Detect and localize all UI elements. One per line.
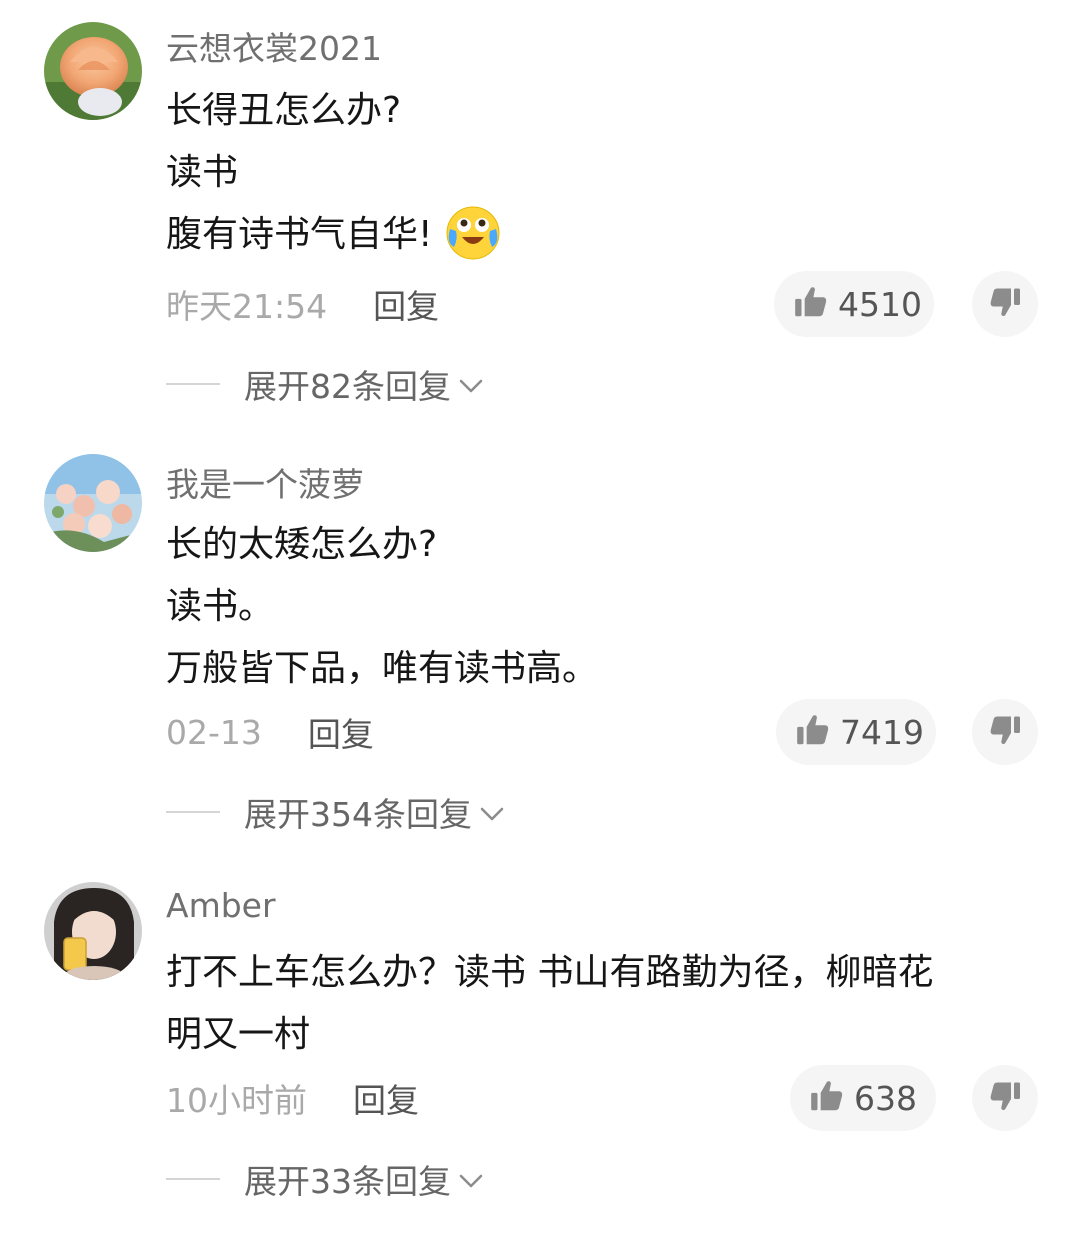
like-count: 638	[854, 1078, 917, 1118]
comment-line-text: 腹有诗书气自华!	[166, 214, 433, 255]
timestamp: 昨天21:54	[166, 287, 328, 326]
comment-line: 长的太矮怎么办?	[166, 524, 438, 565]
divider	[166, 811, 220, 813]
dislike-button[interactable]	[972, 271, 1038, 337]
username[interactable]: Amber	[166, 886, 276, 925]
crying-laughing-emoji-icon	[444, 203, 502, 261]
comment-line: 腹有诗书气自华!	[166, 204, 1046, 266]
like-button[interactable]: 7419	[776, 699, 936, 765]
comment-line: 明又一村	[166, 1014, 311, 1055]
comment-line: 读书	[166, 152, 239, 193]
like-button[interactable]: 638	[790, 1065, 936, 1131]
username[interactable]: 云想衣裳2021	[166, 22, 382, 70]
comment-text: 长的太矮怎么办? 读书。 万般皆下品，唯有读书高。	[166, 514, 1046, 700]
thumbs-down-icon	[987, 1078, 1023, 1118]
reply-button[interactable]: 回复	[373, 280, 439, 328]
avatar[interactable]	[44, 454, 142, 552]
comment-line: 打不上车怎么办？读书 书山有路勤为径，柳暗花	[166, 952, 934, 993]
like-count: 7419	[840, 712, 924, 752]
comment-meta: 02-13 回复	[166, 702, 374, 762]
timestamp: 02-13	[166, 712, 262, 752]
comment-line: 长得丑怎么办?	[166, 90, 402, 131]
comment-line: 万般皆下品，唯有读书高。	[166, 648, 599, 689]
comment-meta: 10小时前 回复	[166, 1068, 419, 1128]
expand-replies[interactable]: 展开33条回复	[166, 1157, 485, 1201]
avatar[interactable]	[44, 22, 142, 120]
comment-meta: 昨天21:54 回复	[166, 274, 439, 334]
expand-replies-label: 展开354条回复	[244, 795, 472, 834]
expand-replies-label: 展开33条回复	[244, 1162, 451, 1201]
username[interactable]: 我是一个菠萝	[166, 458, 364, 506]
thumbs-up-icon	[794, 711, 832, 753]
dislike-button[interactable]	[972, 699, 1038, 765]
expand-replies[interactable]: 展开82条回复	[166, 362, 485, 406]
avatar[interactable]	[44, 882, 142, 980]
dislike-button[interactable]	[972, 1065, 1038, 1131]
comment-text: 长得丑怎么办? 读书 腹有诗书气自华!	[166, 80, 1046, 266]
timestamp: 10小时前	[166, 1081, 307, 1120]
thumbs-up-icon	[808, 1077, 846, 1119]
chevron-down-icon	[457, 365, 485, 404]
comment-line: 读书。	[166, 586, 275, 627]
thumbs-up-icon	[792, 283, 830, 325]
reply-button[interactable]: 回复	[353, 1074, 419, 1122]
comment-text: 打不上车怎么办？读书 书山有路勤为径，柳暗花 明又一村	[166, 942, 1046, 1066]
divider	[166, 383, 220, 385]
chevron-down-icon	[457, 1160, 485, 1199]
thumbs-down-icon	[987, 712, 1023, 752]
divider	[166, 1178, 220, 1180]
reply-button[interactable]: 回复	[308, 708, 374, 756]
thumbs-down-icon	[987, 284, 1023, 324]
like-button[interactable]: 4510	[774, 271, 934, 337]
like-count: 4510	[838, 284, 922, 324]
expand-replies-label: 展开82条回复	[244, 367, 451, 406]
chevron-down-icon	[478, 793, 506, 832]
expand-replies[interactable]: 展开354条回复	[166, 790, 506, 834]
